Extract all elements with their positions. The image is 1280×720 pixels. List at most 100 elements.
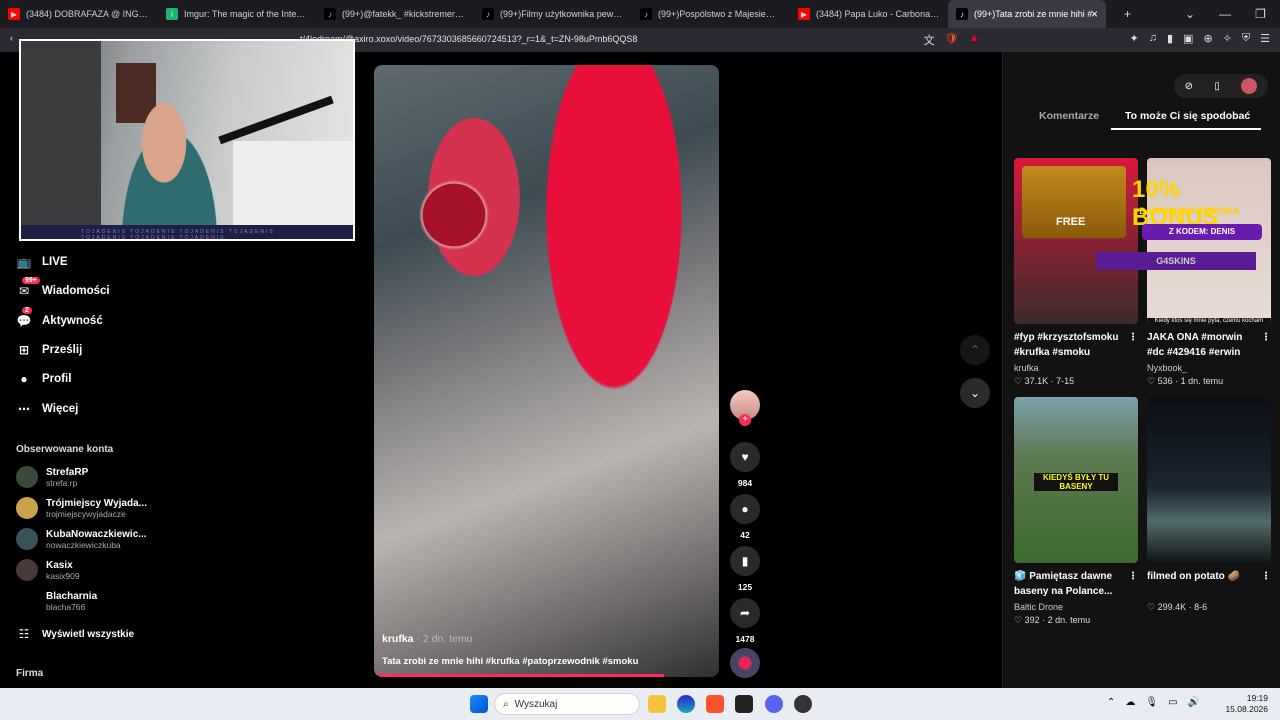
sound-disc[interactable] [728,648,762,678]
close-tab-icon[interactable]: × [1091,7,1098,21]
extensions-icon[interactable]: ✦ [1130,32,1139,48]
brave-icon[interactable] [706,695,724,713]
mic-icon[interactable]: 🎙 [1145,697,1158,708]
new-tab-button[interactable]: + [1124,7,1131,21]
sidebar-item[interactable]: ● Profil [16,371,71,387]
monitor-icon[interactable]: ▭ [1168,697,1177,708]
card-author[interactable]: krufka [1014,363,1138,373]
chevron-up-icon[interactable]: ⌃ [1107,697,1115,708]
video-progress[interactable] [374,674,664,677]
sidebar-item[interactable]: 📺 LIVE [16,254,68,270]
more-options-icon[interactable]: ⋮ [1261,569,1271,584]
browser-tab[interactable]: ♪ (99+)Filmy użytkownika pewnakur [474,0,632,28]
volume-icon[interactable]: 🔊 [1188,697,1200,708]
discord-icon[interactable] [765,695,783,713]
user-avatar[interactable] [1241,78,1258,94]
like-button[interactable]: ♥ 984 [728,442,762,488]
tab-suggested[interactable]: To może Ci się spodobać [1125,110,1250,122]
video-description: Tata zrobi ze mnie hihi #krufka #patoprz… [382,656,639,667]
chevron-down-icon[interactable]: ⌄ [1185,7,1195,21]
card-meta: ♡ 392 · 2 dn. temu [1014,615,1091,625]
thumbnail-caption: Kiedy ktoś się mnie pyta, czemu kocham [1147,318,1271,324]
restore-icon[interactable]: ❐ [1255,7,1266,21]
tab-favicon-icon: ♪ [324,8,336,20]
brave-shield-icon[interactable]: 🛡 [945,32,959,48]
followed-account[interactable]: Kasix kasix909 [16,559,80,581]
card-author[interactable]: Nyxbook_ [1147,363,1271,373]
sidebar-item[interactable]: ⋯ Więcej [16,401,78,417]
edge-icon[interactable] [677,695,695,713]
next-video-button[interactable]: ⌄ [960,378,990,408]
minimize-icon[interactable]: — [1219,7,1231,21]
video-thumbnail[interactable]: KIEDYŚ BYŁY TU BASENY [1014,397,1138,563]
music-icon[interactable]: ♫ [1149,32,1157,48]
follow-plus-icon[interactable]: + [739,414,751,426]
card-title[interactable]: #fyp #krzysztofsmoku #krufka #smoku ⋮ [1014,330,1138,360]
browser-tab[interactable]: ♪ (99+)@fatekk_ #kickstremer #kick [316,0,474,28]
sidebar-item-label: LIVE [42,256,68,268]
share-button[interactable]: ➦ 1478 [728,598,762,644]
browser-tab[interactable]: ♪ (99+)Tata zrobi ze mnie hihi # × [948,0,1106,28]
back-icon[interactable]: ‹ [10,33,13,43]
heart-outline-icon: ♡ [1147,376,1156,386]
more-options-icon[interactable]: ⋮ [1261,330,1271,345]
browser-tab[interactable]: i Imgur: The magic of the Internet [158,0,316,28]
followed-account[interactable]: Blacharnia blacha766 [16,590,97,612]
video-thumbnail[interactable] [1147,397,1271,563]
sidebar-item[interactable]: ⊞ Prześlij [16,342,82,358]
windows-start-icon[interactable] [470,695,488,713]
ad-banner[interactable]: FREE 10% BONUS +DARMOWA SKRZYNKA Z KODEM… [1022,160,1270,270]
taskbar-search[interactable]: ⌕ Wyszukaj [494,693,640,715]
video-author[interactable]: krufka · 2 dn. temu [382,633,472,645]
save-button[interactable]: ▮ 125 [728,546,762,592]
suggested-video-card[interactable]: filmed on potato 🥔 ⋮ ♡ 299.4K · 8-6 [1147,397,1271,613]
followed-accounts-title: Obserwowane konta [16,444,114,455]
shield-icon[interactable]: ⛨ [1242,32,1250,48]
previous-video-button[interactable]: ⌃ [960,335,990,365]
followed-account[interactable]: StrefaRP strefa.rp [16,466,88,488]
sidebar-toggle-icon[interactable]: ▮ [1167,32,1173,48]
sidebar-icon: 📺 [16,255,32,269]
card-author[interactable]: Baltic Drone [1014,602,1138,612]
comment-button[interactable]: ● 42 [728,494,762,540]
vpn-icon[interactable]: ⊕ [1203,32,1212,48]
tab-favicon-icon: ♪ [640,8,652,20]
comment-icon: ● [730,494,760,524]
author-avatar[interactable]: + [728,390,762,426]
more-options-icon[interactable]: ⋮ [1128,569,1138,584]
translate-icon[interactable]: 文 [924,32,935,48]
browser-tab[interactable]: ▶ (3484) Papa Luko - Carbonara ( [790,0,948,28]
followed-account[interactable]: KubaNowaczkiewic... nowaczkiewiczkuba [16,528,147,550]
file-explorer-icon[interactable] [648,695,666,713]
wallet-icon[interactable]: ▣ [1183,32,1193,48]
more-options-icon[interactable]: ⋮ [1128,330,1138,345]
card-title[interactable]: 🧊 Pamiętasz dawne baseny na Polance... ⋮ [1014,569,1138,599]
menu-icon[interactable]: ☰ [1260,32,1270,48]
phone-icon[interactable]: ▯ [1214,81,1220,92]
heart-outline-icon: ♡ [1014,376,1023,386]
card-title[interactable]: JAKA ONA #morwin #dc #429416 #erwin ⋮ [1147,330,1271,360]
followed-account[interactable]: Trójmiejscy Wyjada... trojmiejscywyjadacz… [16,497,147,519]
tab-comments[interactable]: Komentarze [1039,110,1099,122]
suggested-video-card[interactable]: KIEDYŚ BYŁY TU BASENY 🧊 Pamiętasz dawne b… [1014,397,1138,626]
sidebar-item[interactable]: ✉ 99+ Wiadomości [16,277,110,299]
compass-icon[interactable]: ⊘ [1185,81,1193,92]
leo-icon[interactable]: ✧ [1223,32,1232,48]
video-player[interactable]: krufka · 2 dn. temu Tata zrobi ze mnie h… [374,65,719,677]
clock[interactable]: 19:19 15.08.2026 [1225,693,1268,715]
company-link[interactable]: Firma [16,668,43,679]
sidebar-icon: ⊞ [18,342,30,357]
cloud-icon[interactable]: ☁ [1125,697,1135,708]
obs-icon[interactable] [735,695,753,713]
windows-taskbar: ⌕ Wyszukaj ⌃ ☁ 🎙 ▭ 🔊 19:19 15.08.2026 [0,688,1280,720]
browser-tab[interactable]: ♪ (99+)Pospólstwo z Majesiem – rad [632,0,790,28]
card-title[interactable]: filmed on potato 🥔 ⋮ [1147,569,1271,599]
browser-tab[interactable]: ▶ (3484) DOBRAFAZA @ ING SILE [0,0,158,28]
rewards-icon[interactable]: ▲ [969,32,980,48]
sidebar-item[interactable]: 💬 2 Aktywność [16,306,103,329]
tab-title: (3484) DOBRAFAZA @ ING SILE [26,9,150,19]
see-all-button[interactable]: ☷ Wyświetl wszystkie [16,626,134,642]
list-icon: ☷ [18,627,30,641]
app-icon[interactable] [794,695,812,713]
microphone-arm [218,95,334,145]
